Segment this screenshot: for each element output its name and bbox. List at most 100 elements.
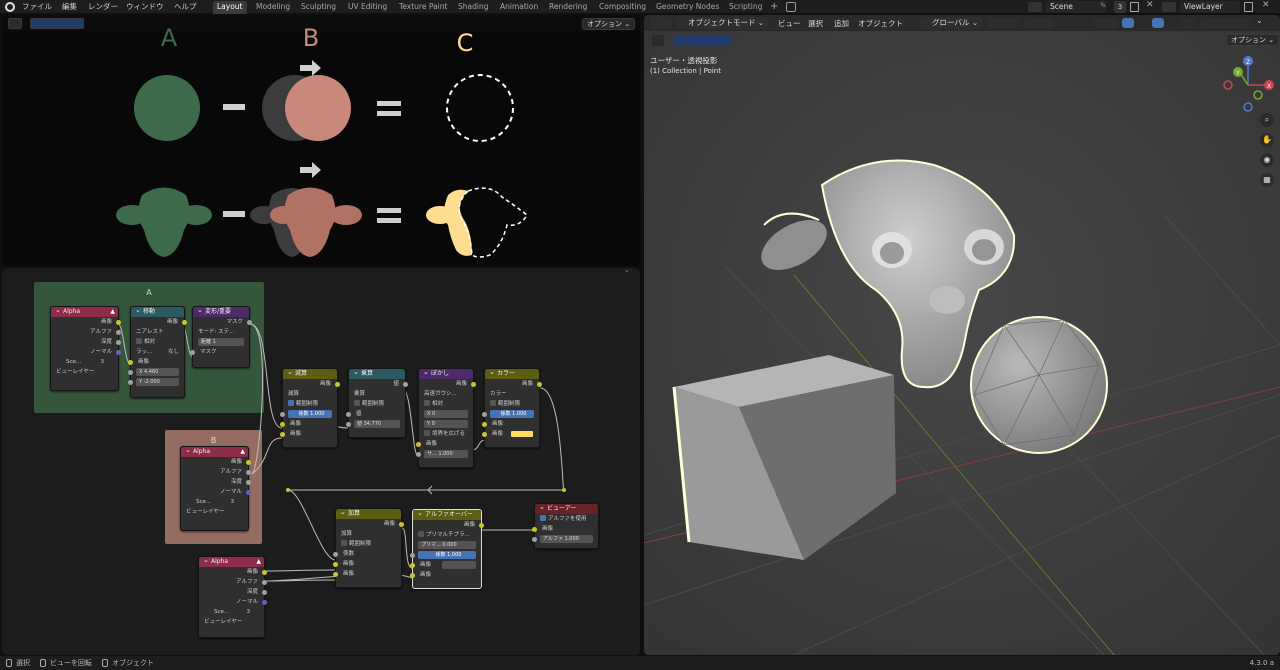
scene-icon[interactable] xyxy=(1028,2,1042,12)
size-field[interactable]: サ... 1.000 xyxy=(416,449,473,459)
tab-modeling[interactable]: Modeling xyxy=(252,1,294,14)
operation-dropdown[interactable]: 加算 xyxy=(336,529,401,539)
premultiply-field[interactable]: プリマ... 0.000 xyxy=(413,540,481,550)
value-field[interactable]: 値 34.770 xyxy=(346,419,405,429)
tab-sculpting[interactable]: Sculpting xyxy=(297,1,340,14)
blender-logo-icon[interactable] xyxy=(5,2,15,12)
select-mode-buttons[interactable] xyxy=(674,35,732,46)
clamp-checkbox[interactable]: 範囲制限 xyxy=(283,399,337,409)
extend-checkbox[interactable]: 境界を広げる xyxy=(419,429,473,439)
operation-dropdown[interactable]: 減算 xyxy=(283,389,337,399)
multiply-node-header[interactable]: 乗算 xyxy=(349,367,405,379)
alpha-node-b-header[interactable]: Alpha▲ xyxy=(181,445,248,457)
menu-edit[interactable]: 編集 xyxy=(62,0,77,14)
scene-selector[interactable]: Sce... 3 xyxy=(181,497,248,507)
move-node[interactable]: 移動 画像 ニアレスト 相対 ラッ... なし 画像 X 4.460 Y -2.… xyxy=(128,305,187,398)
alpha-node-a[interactable]: Alpha▲ 画像 アルファ 深度 ノーマル Sce...3 ビューレイヤー xyxy=(50,305,121,391)
copy-view-layer-icon[interactable] xyxy=(1244,2,1253,12)
clamp-checkbox[interactable]: 範囲制限 xyxy=(349,399,405,409)
color-node[interactable]: カラー 画像 カラー 範囲制限 係数 1.000 画像 画像 xyxy=(482,367,542,448)
interp-dropdown[interactable]: ニアレスト xyxy=(131,327,184,337)
tab-compositing[interactable]: Compositing xyxy=(595,1,650,14)
layer-selector[interactable]: ビューレイヤー xyxy=(51,367,118,377)
tab-texture-paint[interactable]: Texture Paint xyxy=(395,1,451,14)
perspective-toggle-icon[interactable]: ▦ xyxy=(1260,173,1274,187)
menu-window[interactable]: ウィンドウ xyxy=(126,0,164,14)
scene-selector[interactable]: Sce... 3 xyxy=(199,607,264,617)
y-field[interactable]: Y 0 xyxy=(419,419,473,429)
transform-node[interactable]: 変形/重要 マスク モード: ステ... 距離 1 マスク xyxy=(190,305,252,368)
color-swatch[interactable] xyxy=(511,431,533,437)
tab-scripting[interactable]: Scripting xyxy=(725,1,766,14)
tab-uv-editing[interactable]: UV Editing xyxy=(344,1,391,14)
shading-mode-icons[interactable] xyxy=(1200,18,1250,28)
add-node[interactable]: 加算 画像 加算 範囲制限 係数 画像 画像 xyxy=(333,507,404,588)
menu-add[interactable]: 追加 xyxy=(834,18,849,29)
premultiply-checkbox[interactable]: プリマルチプラ... xyxy=(413,530,481,540)
workspace-settings-icon[interactable] xyxy=(786,2,796,12)
x-field[interactable]: X 0 xyxy=(419,409,473,419)
alpha-over-node[interactable]: アルファオーバー 画像 プリマルチプラ... プリマ... 0.000 係数 1… xyxy=(410,508,484,589)
tab-rendering[interactable]: Rendering xyxy=(545,1,591,14)
operation-dropdown[interactable]: 乗算 xyxy=(349,389,405,399)
alpha-over-node-header[interactable]: アルファオーバー xyxy=(413,508,481,520)
tab-shading[interactable]: Shading xyxy=(454,1,492,14)
menu-object[interactable]: オブジェクト xyxy=(858,18,903,29)
tab-layout[interactable]: Layout xyxy=(213,1,247,14)
menu-help[interactable]: ヘルプ xyxy=(174,0,197,14)
menu-view[interactable]: ビュー xyxy=(778,18,801,29)
view-layer-icon[interactable] xyxy=(1162,2,1176,12)
scene-selector[interactable]: Sce... 3 xyxy=(51,357,118,367)
transform-node-header[interactable]: 変形/重要 xyxy=(193,305,249,317)
alpha-node-c[interactable]: Alpha▲ 画像 アルファ 深度 ノーマル Sce...3 ビューレイヤー xyxy=(198,555,267,638)
blur-node-header[interactable]: ぼかし xyxy=(419,367,473,379)
pin-icon[interactable]: ✎ xyxy=(1100,1,1107,10)
delete-view-layer-icon[interactable]: ✕ xyxy=(1262,0,1270,10)
viewer-node[interactable]: ビューアー アルファを使用 画像 アルファ 1.000 xyxy=(532,502,599,549)
viewer-node-header[interactable]: ビューアー xyxy=(535,502,598,514)
blur-type-dropdown[interactable]: 高速ガウシ... xyxy=(419,389,473,399)
y-field[interactable]: Y -2.000 xyxy=(128,377,184,387)
relative-checkbox[interactable]: 相対 xyxy=(131,337,184,347)
transform-orientation-dropdown[interactable]: グローバル ⌄ xyxy=(920,17,982,29)
x-field[interactable]: X 4.460 xyxy=(128,367,184,377)
clamp-checkbox[interactable]: 範囲制限 xyxy=(336,539,401,549)
layer-selector[interactable]: ビューレイヤー xyxy=(181,507,248,517)
multiply-node[interactable]: 乗算 値 乗算 範囲制限 値 値 34.770 xyxy=(346,367,408,438)
options-dropdown[interactable]: オプション ⌄ xyxy=(1226,34,1280,46)
factor-field[interactable]: 係数 1.000 xyxy=(482,409,539,419)
subtract-node[interactable]: 減算 画像 減算 範囲制限 係数 1.000 画像 画像 xyxy=(280,367,340,448)
view-layer-field[interactable]: ViewLayer xyxy=(1180,1,1240,13)
clamp-checkbox[interactable]: 範囲制限 xyxy=(485,399,539,409)
relative-checkbox[interactable]: 相対 xyxy=(419,399,473,409)
menu-file[interactable]: ファイル xyxy=(22,0,52,14)
layer-selector[interactable]: ビューレイヤー xyxy=(199,617,264,627)
tab-animation[interactable]: Animation xyxy=(496,1,542,14)
camera-view-icon[interactable]: ◉ xyxy=(1260,153,1274,167)
alpha-node-a-header[interactable]: Alpha▲ xyxy=(51,305,118,317)
shading-options-icon[interactable]: ⌄ xyxy=(1256,16,1263,25)
blend-mode-dropdown[interactable]: カラー xyxy=(485,389,539,399)
editor-type-button[interactable] xyxy=(650,17,672,29)
alpha-field[interactable]: アルファ 1.000 xyxy=(532,534,598,544)
add-node-header[interactable]: 加算 xyxy=(336,507,401,519)
3d-viewport[interactable]: オブジェクトモード ⌄ ビュー 選択 追加 オブジェクト グローバル ⌄ ⌄ オ… xyxy=(644,15,1280,655)
snap-icon[interactable] xyxy=(988,18,1018,28)
alpha-node-b[interactable]: Alpha▲ 画像 アルファ 深度 ノーマル Sce...3 ビューレイヤー xyxy=(180,445,251,531)
object-mode-dropdown[interactable]: オブジェクトモード ⌄ xyxy=(676,17,768,29)
scene-name-field[interactable]: Scene xyxy=(1046,1,1106,13)
use-alpha-checkbox[interactable]: アルファを使用 xyxy=(535,514,598,524)
distance-field[interactable]: 距離 1 xyxy=(193,337,249,347)
add-workspace-icon[interactable]: + xyxy=(770,0,778,14)
pan-hand-icon[interactable]: ✋ xyxy=(1260,133,1274,147)
wrap-dropdown[interactable]: ラッ... なし xyxy=(131,347,184,357)
mode-dropdown[interactable]: モード: ステ... xyxy=(193,327,249,337)
xray-toggle-icon[interactable] xyxy=(1182,18,1194,28)
copy-scene-icon[interactable] xyxy=(1130,2,1139,12)
zoom-icon[interactable]: ⌕ xyxy=(1260,113,1274,127)
gizmo-toggle-icon[interactable] xyxy=(1122,18,1134,28)
tab-geometry-nodes[interactable]: Geometry Nodes xyxy=(652,1,723,14)
menu-render[interactable]: レンダー xyxy=(88,0,118,14)
move-node-header[interactable]: 移動 xyxy=(131,305,184,317)
overlay-toggle-icon[interactable] xyxy=(1152,18,1164,28)
